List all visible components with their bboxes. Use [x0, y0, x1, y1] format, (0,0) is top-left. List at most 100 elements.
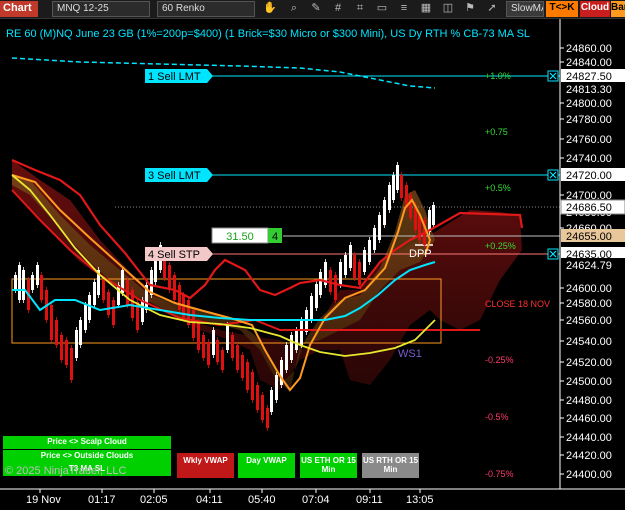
- price-tick-label: 24520.00: [566, 357, 612, 369]
- price-chart[interactable]: 1 Sell LMT 3 Sell LMT 4 Sell STP 31.50 4 RE 6…: [0, 0, 625, 510]
- down-brick: [107, 292, 110, 315]
- down-brick: [178, 285, 181, 310]
- up-brick: [388, 185, 391, 210]
- up-brick: [392, 175, 395, 200]
- up-brick: [212, 330, 215, 355]
- price-tick-label: 24600.00: [566, 283, 612, 295]
- order-label: 1 Sell LMT: [148, 71, 201, 83]
- up-brick: [363, 250, 366, 272]
- price-tick-label: 24560.00: [566, 315, 612, 327]
- down-brick: [65, 340, 68, 365]
- scalp-cloud-button[interactable]: Price <> Scalp Cloud: [3, 436, 171, 449]
- up-brick: [349, 245, 352, 268]
- up-brick: [84, 305, 87, 330]
- up-brick: [93, 282, 96, 305]
- outside-clouds-button[interactable]: Price <> Outside Clouds: [3, 450, 171, 463]
- current-price-value: 24686.50: [566, 202, 612, 214]
- percent-level-label: +1.0%: [485, 71, 511, 81]
- down-brick: [246, 362, 249, 390]
- price-level-value: 24720.00: [566, 170, 612, 182]
- up-brick: [315, 284, 318, 308]
- time-tick-label: 02:05: [140, 494, 168, 506]
- down-brick: [202, 335, 205, 358]
- up-brick: [344, 255, 347, 275]
- close-level-label: CLOSE 18 NOV: [485, 299, 550, 309]
- percent-level-label: -0.25%: [485, 355, 514, 365]
- price-tick-label: 24480.00: [566, 395, 612, 407]
- price-axis[interactable]: 24860.00 24840.00 24800.00 24780.00 24760.00…: [559, 19, 625, 489]
- up-brick: [383, 200, 386, 225]
- up-brick: [270, 390, 273, 412]
- up-brick: [88, 295, 91, 320]
- percent-level-label: +0.25%: [485, 241, 516, 251]
- price-level-value: 24655.00: [566, 231, 612, 243]
- price-tick-label: 24840.00: [566, 57, 612, 69]
- down-brick: [207, 342, 210, 365]
- wkly-vwap-button[interactable]: Wkly VWAP: [177, 453, 234, 478]
- price-tick-label: 24780.00: [566, 114, 612, 126]
- down-brick: [236, 345, 239, 370]
- up-brick: [22, 270, 25, 300]
- price-tick-label: 24400.00: [566, 469, 612, 481]
- up-brick: [295, 330, 298, 350]
- up-brick: [36, 265, 39, 285]
- down-brick: [168, 265, 171, 290]
- down-brick: [261, 395, 264, 420]
- us-eth-or-button[interactable]: US ETH OR 15 Min: [300, 453, 357, 478]
- down-brick: [241, 355, 244, 378]
- up-brick: [368, 240, 371, 262]
- down-brick: [55, 320, 58, 345]
- down-brick: [266, 408, 269, 428]
- up-brick: [290, 335, 293, 360]
- time-tick-label: 04:11: [196, 494, 223, 506]
- up-brick: [310, 296, 313, 320]
- down-brick: [192, 310, 195, 338]
- down-brick: [197, 322, 200, 350]
- price-tick-label: 24420.00: [566, 450, 612, 462]
- price-tick-label: 24460.00: [566, 413, 612, 425]
- up-brick: [285, 345, 288, 370]
- price-tick-label: 24760.00: [566, 134, 612, 146]
- price-tick-label: 24800.00: [566, 98, 612, 110]
- ws1-label: WS1: [398, 348, 422, 360]
- up-brick: [300, 320, 303, 345]
- down-brick: [353, 255, 356, 278]
- percent-level-label: +0.75: [485, 127, 508, 137]
- up-brick: [31, 275, 34, 290]
- dpp-label: DPP: [409, 248, 432, 260]
- time-axis[interactable]: 19 Nov 01:17 02:05 04:11 05:40 07:04 09:11 13:0…: [0, 488, 625, 506]
- percent-level-label: +0.5%: [485, 183, 511, 193]
- us-rth-or-button[interactable]: US RTH OR 15 Min: [362, 453, 419, 478]
- day-vwap-button[interactable]: Day VWAP: [238, 453, 295, 478]
- price-tick-label: 24540.00: [566, 336, 612, 348]
- up-brick: [14, 275, 17, 290]
- down-brick: [358, 262, 361, 285]
- down-brick: [216, 340, 219, 362]
- chart-header: RE 60 (M)NQ June 23 GB (1%=200p=$400) (1…: [6, 28, 530, 40]
- down-brick: [40, 275, 43, 300]
- down-brick: [251, 372, 254, 400]
- price-tick-label: 24500.00: [566, 376, 612, 388]
- down-brick: [334, 275, 337, 300]
- dashed-cyan-line: [11, 57, 436, 89]
- copyright-text: © 2025 NinjaTrader, LLC: [5, 465, 127, 477]
- price-level-value: 24827.50: [566, 71, 612, 83]
- down-brick: [70, 348, 73, 380]
- up-brick: [275, 375, 278, 400]
- price-tick-label: 24580.00: [566, 298, 612, 310]
- price-level-value: 24813.30: [566, 84, 612, 96]
- up-brick: [226, 325, 229, 350]
- up-brick: [373, 228, 376, 250]
- down-brick: [256, 385, 259, 410]
- up-brick: [339, 262, 342, 285]
- up-brick: [432, 205, 435, 225]
- up-brick: [75, 330, 78, 358]
- price-tick-label: 24740.00: [566, 153, 612, 165]
- price-tick-label: 24440.00: [566, 432, 612, 444]
- percent-level-label: -0.75%: [485, 469, 514, 479]
- order-label: 4 Sell STP: [148, 249, 200, 261]
- down-brick: [60, 335, 63, 360]
- percent-level-label: -0.5%: [485, 412, 509, 422]
- up-brick: [396, 165, 399, 190]
- down-brick: [400, 175, 403, 198]
